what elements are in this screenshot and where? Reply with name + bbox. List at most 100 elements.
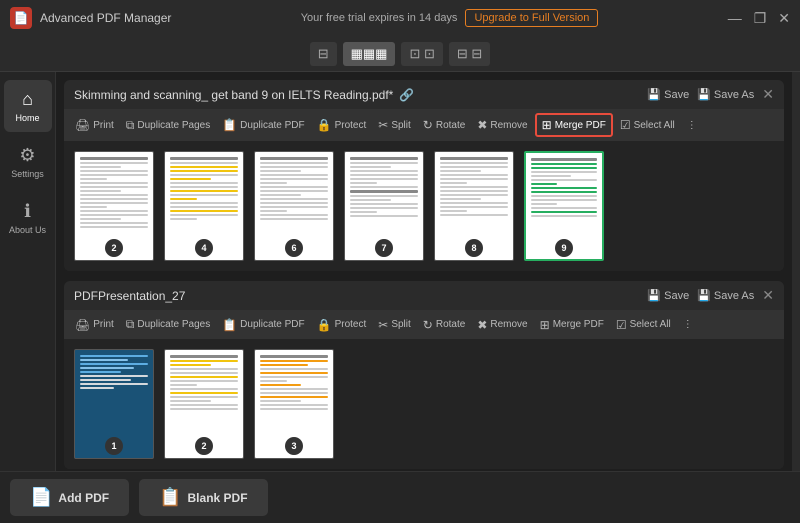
print-btn-doc2[interactable]: 🖨 Print xyxy=(70,315,119,335)
page-line xyxy=(440,170,481,172)
sidebar-item-about[interactable]: ℹ About Us xyxy=(4,192,52,244)
pdf-actions-doc2: 💾 Save 💾 Save As ✕ xyxy=(647,287,774,304)
save-as-button-doc1[interactable]: 💾 Save As xyxy=(697,88,754,101)
view-btn-grid-medium[interactable]: ▦▦▦ xyxy=(343,42,396,66)
add-pdf-icon: 📄 xyxy=(30,487,52,508)
page-thumb-2-doc2[interactable]: 2 xyxy=(164,349,244,459)
page-line xyxy=(531,179,597,181)
upgrade-button[interactable]: Upgrade to Full Version xyxy=(465,9,598,27)
page-line xyxy=(350,178,418,180)
pdf-title-doc1: Skimming and scanning_ get band 9 on IEL… xyxy=(74,88,414,102)
page-number-7-doc1: 7 xyxy=(375,239,393,257)
more-btn-doc1[interactable]: ⋮ xyxy=(682,117,702,134)
pdf-link-icon-doc1: 🔗 xyxy=(399,88,414,102)
save-button-doc1[interactable]: 💾 Save xyxy=(647,88,689,101)
page-line xyxy=(80,367,134,369)
sidebar-item-home[interactable]: ⌂ Home xyxy=(4,80,52,132)
page-line xyxy=(531,158,597,161)
select-all-btn-doc1[interactable]: ☑ Select All xyxy=(615,115,680,135)
page-line xyxy=(170,214,238,216)
duplicate-pdf-btn-doc2[interactable]: 📋 Duplicate PDF xyxy=(217,315,309,335)
page-line xyxy=(80,157,148,160)
duplicate-pages-btn-doc2[interactable]: ⧉ Duplicate Pages xyxy=(121,314,215,335)
page-line xyxy=(350,211,377,213)
page-thumb-4-doc1[interactable]: 4 xyxy=(164,151,244,261)
page-line xyxy=(80,383,148,385)
view-btn-grid-large[interactable]: ⊡ ⊡ xyxy=(401,42,442,66)
print-btn-doc1[interactable]: 🖨 Print xyxy=(70,115,119,135)
page-line xyxy=(260,408,328,410)
page-thumb-3-doc2[interactable]: 3 xyxy=(254,349,334,459)
title-bar: 📄 Advanced PDF Manager Your free trial e… xyxy=(0,0,800,36)
duplicate-pdf-btn-doc1[interactable]: 📋 Duplicate PDF xyxy=(217,115,309,135)
page-line xyxy=(170,162,238,164)
page-line xyxy=(260,355,328,358)
page-line xyxy=(531,215,597,217)
protect-btn-doc2[interactable]: 🔒 Protect xyxy=(312,315,372,335)
page-line xyxy=(350,174,418,176)
minimize-button[interactable]: — xyxy=(728,10,742,26)
page-line xyxy=(531,191,597,193)
page-thumb-7-doc1[interactable]: 7 xyxy=(344,151,424,261)
split-btn-doc1[interactable]: ✂ Split xyxy=(373,115,416,135)
page-thumb-2-doc1[interactable]: 2 xyxy=(74,151,154,261)
page-number-6-doc1: 6 xyxy=(285,239,303,257)
page-line xyxy=(170,408,238,410)
page-line xyxy=(260,368,328,370)
save-as-button-doc2[interactable]: 💾 Save As xyxy=(697,289,754,302)
save-as-icon-doc2: 💾 xyxy=(697,289,711,302)
duplicate-pages-btn-doc1[interactable]: ⧉ Duplicate Pages xyxy=(121,115,215,136)
page-line xyxy=(260,404,328,406)
merge-pdf-btn-doc1[interactable]: ⊞ Merge PDF xyxy=(535,113,613,137)
page-number-2-doc1: 2 xyxy=(105,239,123,257)
page-line xyxy=(440,210,467,212)
close-doc1[interactable]: ✕ xyxy=(762,86,774,103)
page-number-1-doc2: 1 xyxy=(105,437,123,455)
close-button[interactable]: ✕ xyxy=(778,10,790,27)
protect-btn-doc1[interactable]: 🔒 Protect xyxy=(312,115,372,135)
page-line xyxy=(350,195,418,197)
split-btn-doc2[interactable]: ✂ Split xyxy=(373,315,416,335)
rotate-icon-doc1: ↻ xyxy=(423,118,433,132)
page-line xyxy=(170,360,238,362)
select-all-btn-doc2[interactable]: ☑ Select All xyxy=(611,315,676,335)
page-line xyxy=(80,174,148,176)
page-line xyxy=(170,186,238,188)
sidebar-item-settings[interactable]: ⚙ Settings xyxy=(4,136,52,188)
page-line xyxy=(440,198,481,200)
page-line xyxy=(170,355,238,358)
page-line xyxy=(80,194,148,196)
more-btn-doc2[interactable]: ⋮ xyxy=(678,316,698,333)
page-line xyxy=(260,360,328,362)
rotate-btn-doc2[interactable]: ↻ Rotate xyxy=(418,315,471,335)
view-btn-grid-small[interactable]: ⊟ xyxy=(310,42,337,66)
page-line xyxy=(531,167,597,169)
merge-pdf-btn-doc2[interactable]: ⊞ Merge PDF xyxy=(535,315,609,335)
page-thumb-8-doc1[interactable]: 8 xyxy=(434,151,514,261)
page-thumb-6-doc1[interactable]: 6 xyxy=(254,151,334,261)
blank-pdf-button[interactable]: 📋 Blank PDF xyxy=(139,479,267,516)
page-number-9-doc1: 9 xyxy=(555,239,573,257)
page-line xyxy=(350,157,418,160)
remove-btn-doc2[interactable]: ✖ Remove xyxy=(472,315,532,335)
add-pdf-button[interactable]: 📄 Add PDF xyxy=(10,479,129,516)
view-btn-list[interactable]: ⊟ ⊟ xyxy=(449,42,490,66)
page-line xyxy=(531,187,597,189)
page-line xyxy=(260,400,301,402)
page-line xyxy=(170,404,238,406)
page-line xyxy=(440,194,508,196)
remove-btn-doc1[interactable]: ✖ Remove xyxy=(472,115,532,135)
window-controls[interactable]: — ❐ ✕ xyxy=(728,10,790,27)
close-doc2[interactable]: ✕ xyxy=(762,287,774,304)
rotate-icon-doc2: ↻ xyxy=(423,318,433,332)
save-button-doc2[interactable]: 💾 Save xyxy=(647,289,689,302)
page-line xyxy=(350,215,418,217)
scrollbar-track[interactable] xyxy=(792,72,800,471)
page-line xyxy=(260,214,328,216)
page-thumb-9-doc1[interactable]: 9 xyxy=(524,151,604,261)
maximize-button[interactable]: ❐ xyxy=(754,10,767,27)
page-thumb-1-doc2[interactable]: 1 xyxy=(74,349,154,459)
page-line xyxy=(260,157,328,160)
rotate-btn-doc1[interactable]: ↻ Rotate xyxy=(418,115,471,135)
remove-icon-doc2: ✖ xyxy=(477,318,487,332)
